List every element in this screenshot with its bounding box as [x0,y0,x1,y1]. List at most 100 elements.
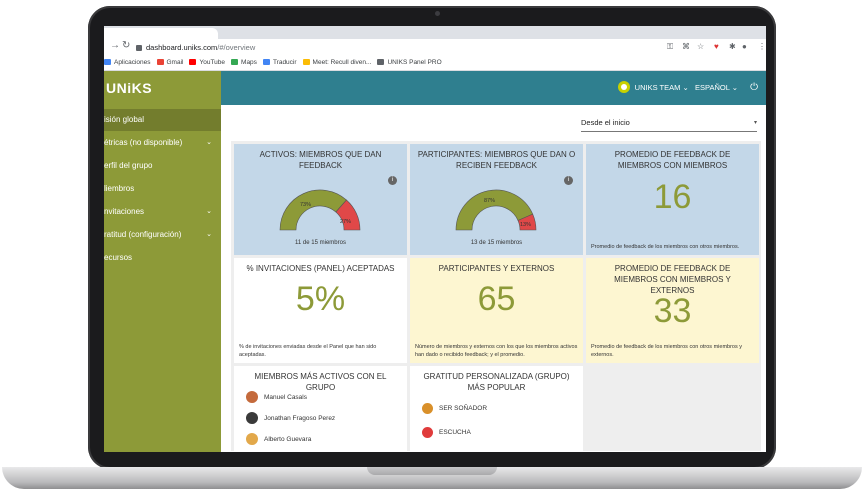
bookmark-item[interactable]: YouTube [189,56,225,70]
list-item[interactable]: Jonathan Fragoso Perez [246,411,335,427]
sidebar-item[interactable]: erfil del grupo [104,155,221,177]
sidebar-item[interactable]: nvitaciones ⌄ [104,201,221,223]
card-externals: PARTICIPANTES Y EXTERNOS 65 Número de mi… [410,258,583,363]
badge-icon [422,426,433,438]
sidebar-item[interactable]: ecursos [104,247,221,269]
bookmark-label: Aplicaciones [114,59,151,66]
info-icon[interactable]: i [564,176,573,185]
bookmark-item[interactable]: Maps [231,56,257,70]
bookmark-item[interactable]: UNIKS Panel PRO [377,56,442,70]
sidebar: UNiKS isión global étricas (no disponible… [104,71,223,452]
card-title: PARTICIPANTES: MIEMBROS QUE DAN O RECIBE… [417,150,576,170]
sidebar-item[interactable]: étricas (no disponible) ⌄ [104,132,221,154]
card-title: GRATITUD PERSONALIZADA (GRUPO) MÁS POPUL… [423,372,570,392]
chevron-down-icon: ⌄ [206,231,212,238]
app-logo[interactable]: UNiKS [104,71,223,105]
card-note: % de invitaciones enviadas desde el Pane… [239,344,377,358]
card-title: ACTIVOS: MIEMBROS QUE DAN FEEDBACK [259,150,382,170]
camera [435,11,440,16]
browser-tab[interactable] [104,28,218,39]
big-number: 5% [295,280,346,318]
card-avg-members: PROMEDIO DE FEEDBACK DE MIEMBROS CON MIE… [586,144,759,255]
sidebar-item-label: liembros [104,184,135,193]
bookmark-label: Meet: Recull diven... [312,59,372,66]
gauge-green-label: 73% [300,202,311,208]
team-logo-icon [617,81,630,93]
bookmarks-bar: Aplicaciones Gmail YouTube Maps Traducir Meet… [104,56,766,71]
team-selector[interactable]: UNIKS TEAM ⌄ [635,83,689,92]
url-path: /#/overview [217,43,256,52]
card-gratitude: GRATITUD PERSONALIZADA (GRUPO) MÁS POPUL… [410,366,583,452]
card-avg-externals: PROMEDIO DE FEEDBACK DE MIEMBROS CON MIE… [586,258,759,363]
sidebar-item-label: erfil del grupo [104,161,153,170]
star-icon[interactable]: ☆ [697,42,704,51]
card-title: PROMEDIO DE FEEDBACK DE MIEMBROS CON MIE… [614,150,731,170]
laptop-notch [367,467,497,475]
dropdown-arrow-icon: ▾ [753,120,757,126]
forward-icon[interactable]: → [110,40,120,51]
avatar [246,433,258,446]
big-number: 16 [653,178,692,216]
card-title: PARTICIPANTES Y EXTERNOS [438,264,555,273]
card-note: Promedio de feedback de los miembros con… [591,344,743,358]
key-icon[interactable]: ⚿ [667,42,673,52]
gratitude-name: ESCUCHA [439,429,471,436]
address-row: → ↻ dashboard.uniks.com/#/overview ⚿ ⌘ ☆… [104,39,766,56]
chevron-down-icon: ⌄ [206,139,212,146]
screen: → ↻ dashboard.uniks.com/#/overview ⚿ ⌘ ☆… [104,26,766,452]
reload-icon[interactable]: ↻ [122,40,130,51]
bookmark-item[interactable]: Traducir [262,56,297,70]
date-range-select[interactable]: Desde el inicio ▾ [581,117,757,132]
profile-icon[interactable]: ● [742,42,747,51]
card-invitations: % INVITACIONES (PANEL) ACEPTADAS 5% % de… [234,258,407,363]
main-content: Desde el inicio ▾ ACTIVOS: MIEMBROS QUE … [221,105,766,452]
list-item: ESCUCHA [422,425,471,441]
address-bar[interactable]: dashboard.uniks.com/#/overview [136,41,736,54]
gauge-green-label: 87% [484,198,495,204]
card-active-members: ACTIVOS: MIEMBROS QUE DAN FEEDBACK i 73%… [234,144,407,255]
power-icon[interactable]: ⏻ [750,71,758,105]
lock-icon [136,45,142,51]
bookmark-label: UNIKS Panel PRO [387,59,442,66]
bookmark-label: Maps [241,59,257,66]
list-item[interactable]: Alberto Guevara [246,432,311,448]
avatar [246,391,258,404]
gratitude-name: SER SOÑADOR [439,405,488,412]
sidebar-item-label: nvitaciones [104,207,145,216]
big-number: 65 [477,280,516,318]
sidebar-item-label: étricas (no disponible) [104,138,183,147]
gauge-red-label: 13% [520,222,531,228]
card-note: Número de miembros y externos con los qu… [415,344,578,358]
bookmark-icon [156,59,164,65]
sidebar-item-label: isión global [104,115,145,124]
bookmark-label: YouTube [199,59,226,66]
gauge-active: 73% 27% [279,189,361,231]
big-number: 33 [653,292,692,330]
sidebar-item-label: ecursos [104,253,133,262]
list-item[interactable]: Manuel Casals [246,390,307,406]
bookmark-icon [231,59,239,65]
bookmark-icon [189,59,197,65]
language-selector[interactable]: ESPAÑOL ⌄ [695,83,738,92]
card-participants: PARTICIPANTES: MIEMBROS QUE DAN O RECIBE… [410,144,583,255]
extension-icon[interactable]: ♥ [714,42,719,51]
bookmark-item[interactable]: Aplicaciones [104,56,151,70]
translate-icon[interactable]: ⌘ [682,42,690,51]
sidebar-item[interactable]: isión global [104,109,221,131]
browser-tab-bar [104,26,766,39]
card-note: Promedio de feedback de los miembros con… [591,244,740,250]
sidebar-item[interactable]: ratitud (configuración) ⌄ [104,224,221,246]
bookmark-icon [262,59,270,65]
puzzle-icon[interactable]: ✱ [729,42,736,51]
badge-icon [422,402,433,414]
bookmark-label: Gmail [166,59,184,66]
bookmark-item[interactable]: Gmail [156,56,184,70]
member-name: Manuel Casals [264,394,307,401]
member-name: Alberto Guevara [264,436,312,443]
menu-icon[interactable]: ⋮ [758,42,766,51]
list-item: SER SOÑADOR [422,401,487,417]
sidebar-item[interactable]: liembros [104,178,221,200]
member-name: Jonathan Fragoso Perez [264,415,336,422]
bookmark-item[interactable]: Meet: Recull diven... [302,56,372,70]
info-icon[interactable]: i [388,176,397,185]
